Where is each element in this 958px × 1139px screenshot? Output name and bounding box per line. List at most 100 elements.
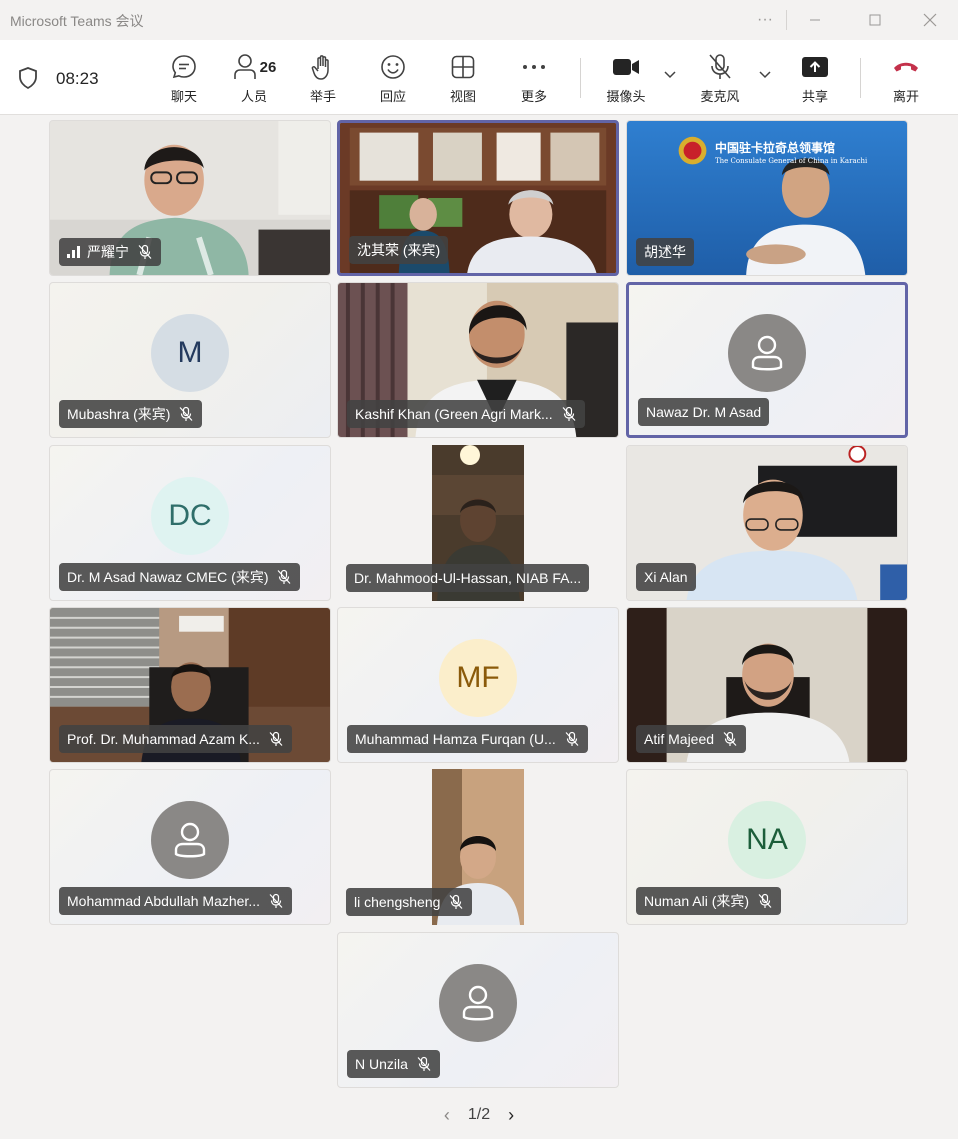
mic-muted-icon xyxy=(565,731,579,746)
participant-nameplate: Kashif Khan (Green Agri Mark... xyxy=(347,400,585,428)
person-icon xyxy=(462,985,494,1021)
participant-name: 沈其荣 (来宾) xyxy=(357,242,441,258)
participant-tile[interactable]: N Unzila xyxy=(337,932,619,1088)
minimize-icon xyxy=(810,19,820,21)
participant-avatar: M xyxy=(151,314,229,392)
participant-name: Mohammad Abdullah Mazher... xyxy=(67,893,260,909)
more-button[interactable]: 更多 xyxy=(502,52,566,108)
participant-nameplate: Numan Ali (来宾) xyxy=(636,887,782,915)
titlebar-divider xyxy=(786,10,787,30)
avatar-initials: DC xyxy=(168,499,212,532)
participant-avatar xyxy=(151,801,229,879)
signal-strength-icon xyxy=(67,246,80,258)
hand-icon xyxy=(311,55,329,80)
mic-muted-icon xyxy=(278,569,291,584)
mic-muted-icon xyxy=(449,894,463,909)
chat-button[interactable]: 聊天 xyxy=(152,52,216,108)
mic-muted-icon xyxy=(562,406,576,421)
participant-nameplate: Dr. Mahmood-Ul-Hassan, NIAB FA... xyxy=(346,564,590,592)
minimize-button[interactable] xyxy=(795,6,835,34)
camera-icon xyxy=(613,59,639,75)
react-label: 回应 xyxy=(379,89,406,104)
react-button[interactable]: 回应 xyxy=(361,52,425,108)
window-title: Microsoft Teams 会议 xyxy=(10,13,144,29)
camera-options-chevron-icon[interactable] xyxy=(664,70,676,80)
participant-tile[interactable]: 中国驻卡拉奇总领事馆 The Consulate General of Chin… xyxy=(626,120,908,276)
consulate-banner-title: 中国驻卡拉奇总领事馆 xyxy=(715,141,836,155)
participant-avatar xyxy=(439,964,517,1042)
view-label: 视图 xyxy=(449,89,476,104)
raise-hand-label: 举手 xyxy=(309,89,336,104)
people-button[interactable]: 26 人员 xyxy=(222,52,286,108)
share-label: 共享 xyxy=(801,89,828,104)
participant-tile[interactable]: DC Dr. M Asad Nawaz CMEC (来宾) xyxy=(49,445,331,601)
participant-name: Nawaz Dr. M Asad xyxy=(646,404,762,420)
participant-name: N Unzila xyxy=(355,1056,408,1072)
leave-button[interactable]: 离开 xyxy=(874,52,938,108)
participant-tile[interactable]: Dr. Mahmood-Ul-Hassan, NIAB FA... xyxy=(337,445,619,601)
previous-page-chevron-icon[interactable]: ‹ xyxy=(444,1105,450,1126)
participant-tile[interactable]: li chengsheng xyxy=(337,769,619,925)
participant-name: Muhammad Hamza Furqan (U... xyxy=(355,731,556,747)
page-indicator: 1/2 xyxy=(467,1106,491,1123)
avatar-initials: M xyxy=(177,336,203,369)
participant-name: 胡述华 xyxy=(644,244,686,260)
mic-muted-icon xyxy=(723,731,737,746)
participant-nameplate: 严耀宁 xyxy=(59,238,161,266)
ellipsis-icon xyxy=(523,65,545,69)
view-button[interactable]: 视图 xyxy=(431,52,495,108)
participant-tile-active-speaker[interactable]: Nawaz Dr. M Asad xyxy=(626,282,908,438)
share-screen-icon xyxy=(802,57,828,77)
camera-button[interactable]: 摄像头 xyxy=(594,52,658,108)
maximize-button[interactable] xyxy=(855,6,895,34)
meeting-toolbar: 08:23 聊天 26 人员 举手 回应 视图 更多 摄像头 麦克风 共享 离开 xyxy=(0,40,958,115)
hang-up-icon xyxy=(894,62,918,72)
grid-view-icon xyxy=(451,55,475,79)
participant-name: Dr. M Asad Nawaz CMEC (来宾) xyxy=(67,569,269,585)
participant-tile[interactable]: M Mubashra (来宾) xyxy=(49,282,331,438)
leave-label: 离开 xyxy=(892,89,919,104)
participant-tile[interactable]: Xi Alan xyxy=(626,445,908,601)
mic-muted-icon xyxy=(269,731,283,746)
participant-name: Mubashra (来宾) xyxy=(67,406,171,422)
smiley-icon xyxy=(381,55,405,79)
more-label: 更多 xyxy=(520,89,547,104)
title-bar: Microsoft Teams 会议 ··· xyxy=(0,0,958,40)
mic-label: 麦克风 xyxy=(700,89,740,104)
participant-nameplate: 沈其荣 (来宾) xyxy=(349,236,449,264)
shield-icon[interactable] xyxy=(18,67,38,89)
mic-button[interactable]: 麦克风 xyxy=(688,52,752,108)
gallery-pagination: ‹ 1/2 › xyxy=(0,1100,958,1130)
more-options-icon[interactable]: ··· xyxy=(745,6,785,34)
participant-nameplate: 胡述华 xyxy=(636,238,694,266)
participant-nameplate: N Unzila xyxy=(347,1050,440,1078)
participant-nameplate: Prof. Dr. Muhammad Azam K... xyxy=(59,725,292,753)
participant-tile[interactable]: Atif Majeed xyxy=(626,607,908,763)
participant-tile-active-speaker[interactable]: 沈其荣 (来宾) xyxy=(337,120,619,276)
mic-options-chevron-icon[interactable] xyxy=(759,70,771,80)
next-page-chevron-icon[interactable]: › xyxy=(508,1105,514,1126)
mic-muted-icon xyxy=(138,244,152,259)
mic-muted-icon xyxy=(180,406,193,421)
participant-nameplate: li chengsheng xyxy=(346,888,473,916)
participant-tile[interactable]: Kashif Khan (Green Agri Mark... xyxy=(337,282,619,438)
participant-tile[interactable]: MF Muhammad Hamza Furqan (U... xyxy=(337,607,619,763)
raise-hand-button[interactable]: 举手 xyxy=(291,52,355,108)
participant-tile[interactable]: 严耀宁 xyxy=(49,120,331,276)
participant-nameplate: Mohammad Abdullah Mazher... xyxy=(59,887,292,915)
close-icon xyxy=(923,13,937,27)
consulate-banner-subtitle: The Consulate General of China in Karach… xyxy=(715,157,868,165)
share-button[interactable]: 共享 xyxy=(783,52,847,108)
avatar-initials: MF xyxy=(456,661,500,694)
participant-avatar xyxy=(728,314,806,392)
participant-tile[interactable]: NA Numan Ali (来宾) xyxy=(626,769,908,925)
close-button[interactable] xyxy=(910,6,950,34)
people-icon xyxy=(233,54,256,79)
maximize-icon xyxy=(869,14,881,26)
meeting-timer: 08:23 xyxy=(56,69,99,88)
mic-muted-icon xyxy=(758,893,772,908)
participant-nameplate: Dr. M Asad Nawaz CMEC (来宾) xyxy=(59,563,301,591)
participant-name: li chengsheng xyxy=(354,894,441,910)
participant-tile[interactable]: Prof. Dr. Muhammad Azam K... xyxy=(49,607,331,763)
participant-tile[interactable]: Mohammad Abdullah Mazher... xyxy=(49,769,331,925)
